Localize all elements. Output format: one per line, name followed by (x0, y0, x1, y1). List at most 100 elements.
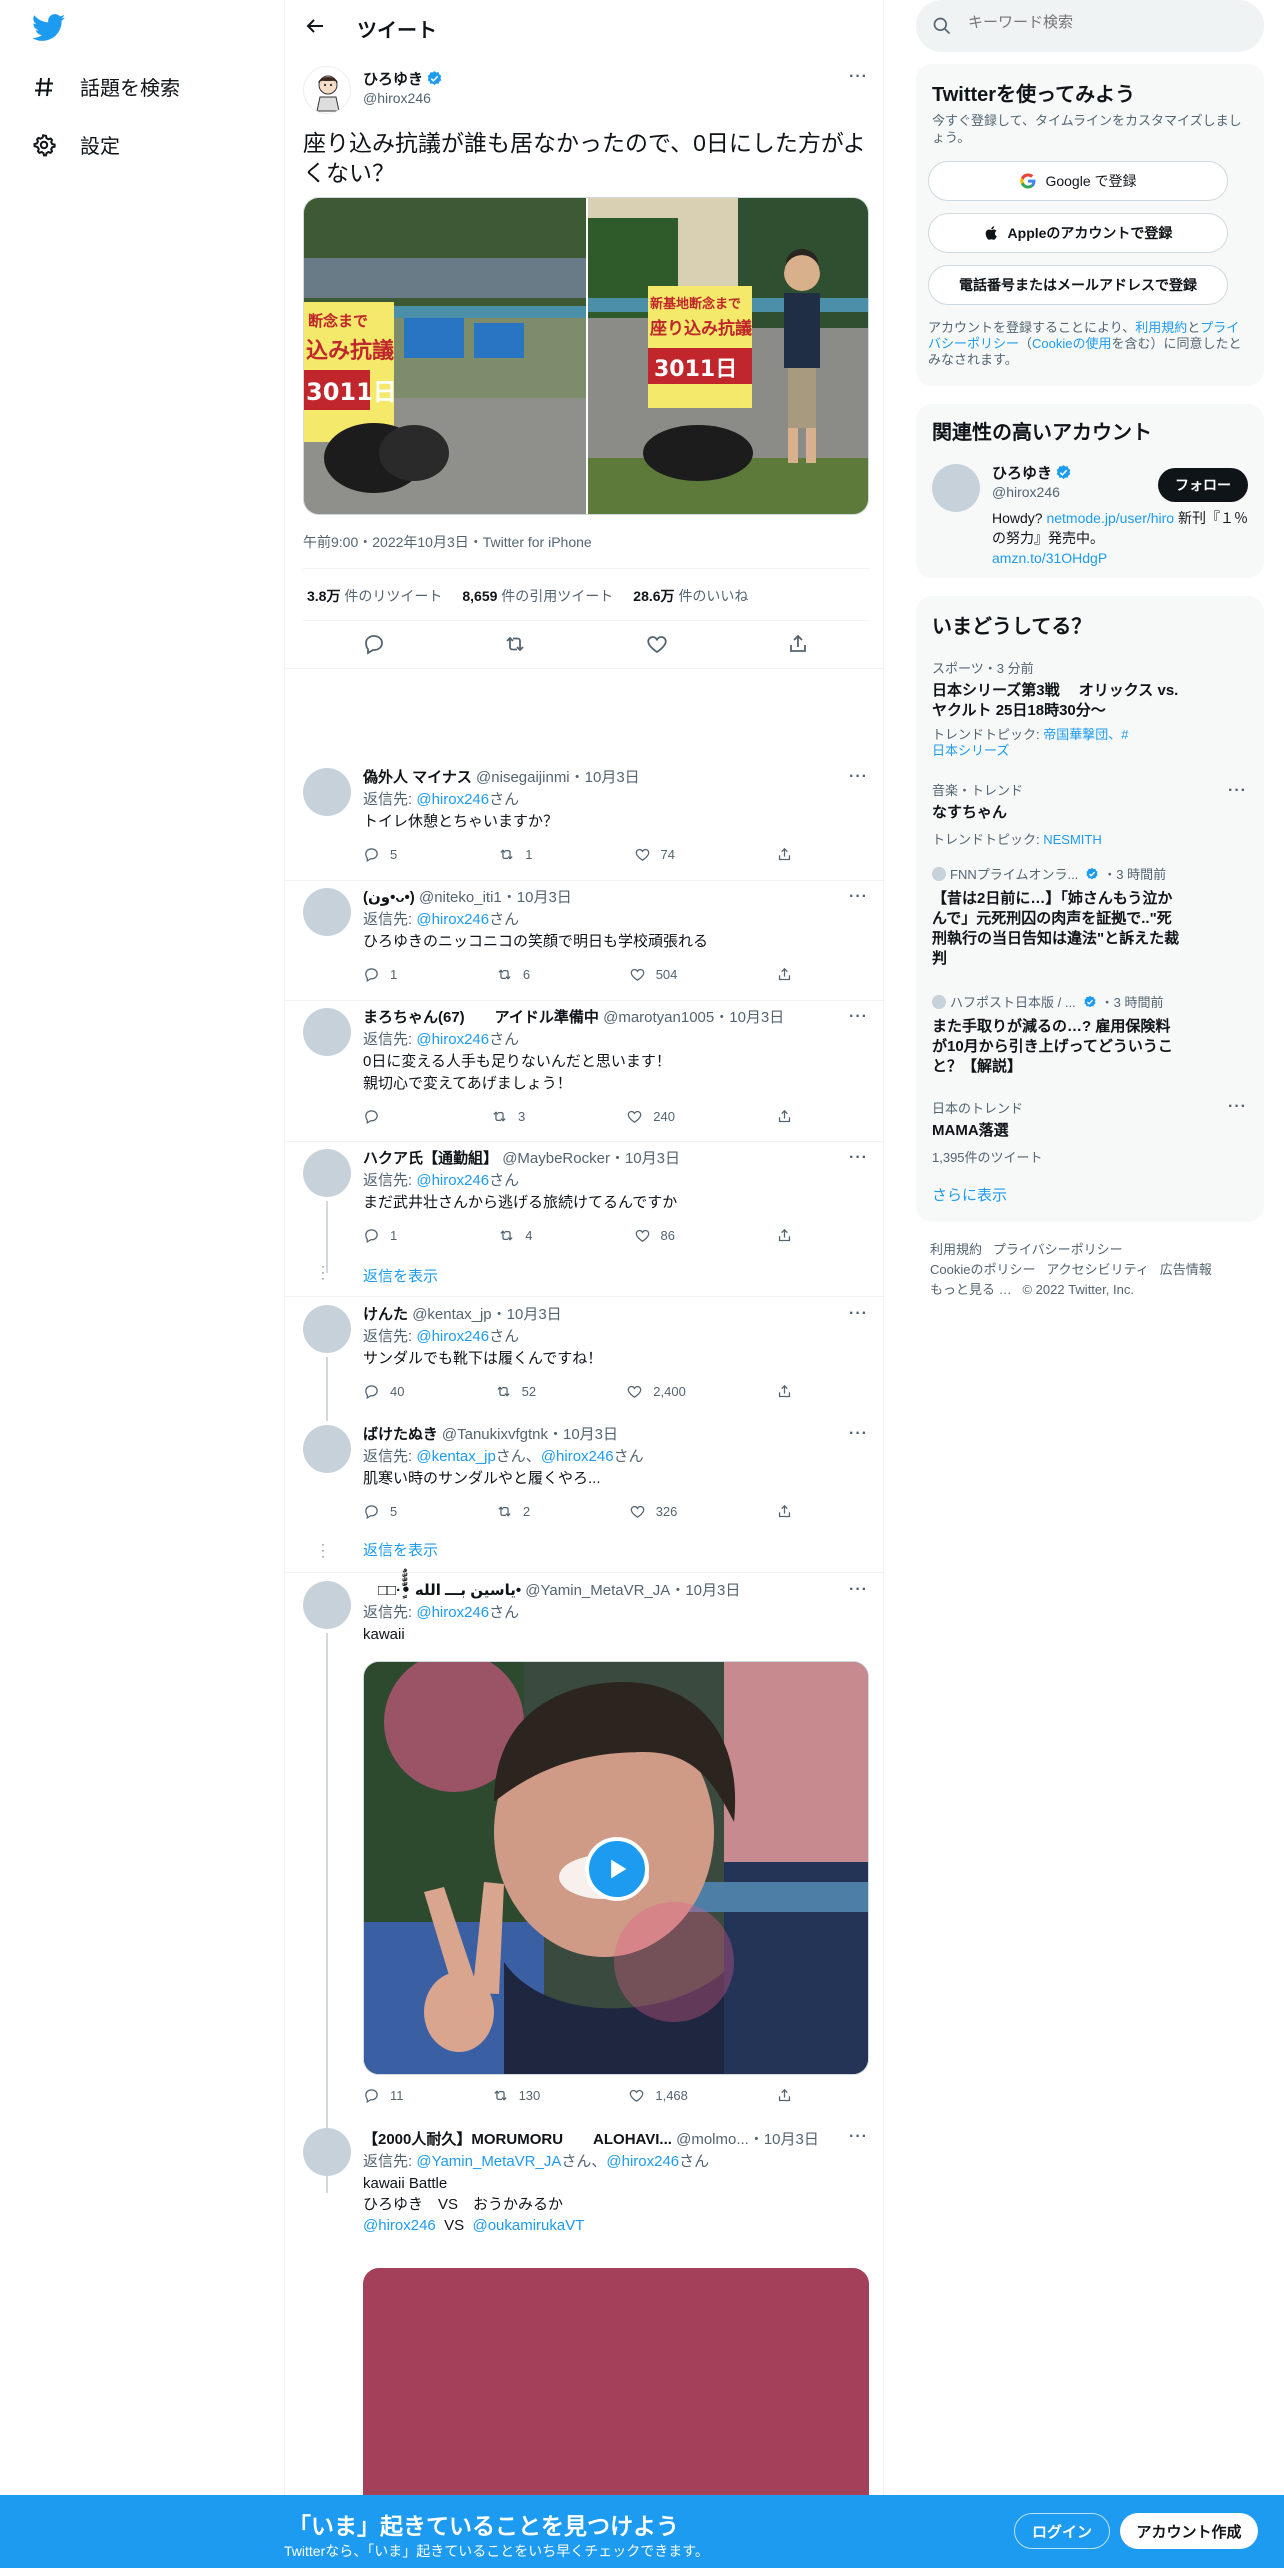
phone-email-signup-button[interactable]: 電話番号またはメールアドレスで登録 (928, 265, 1228, 305)
reply-author-name[interactable]: 【2000人耐久】MORUMORU ALOHAVI... (363, 2131, 672, 2148)
more-options-icon[interactable]: ··· (849, 888, 868, 906)
share-button[interactable] (776, 1383, 793, 1400)
retweet-button[interactable]: 52 (495, 1383, 536, 1400)
reply-button[interactable]: 1 (363, 1227, 397, 1244)
trend-topic-link[interactable]: NESMITH (1043, 832, 1102, 847)
trend-item[interactable]: 日本のトレンド MAMA落選 1,395件のツイート (932, 1098, 1248, 1166)
mention-link[interactable]: @kentax_jp (416, 1448, 495, 1465)
like-button[interactable]: 2,400 (626, 1383, 686, 1400)
reply-author-name[interactable]: けんた (363, 1306, 408, 1323)
mention-link[interactable]: @hirox246 (416, 1328, 489, 1345)
play-icon[interactable] (585, 1837, 649, 1901)
search-box[interactable] (916, 0, 1264, 52)
mention-link[interactable]: @hirox246 (416, 1172, 489, 1189)
share-button[interactable] (776, 2087, 793, 2104)
retweet-button[interactable]: 4 (498, 1227, 532, 1244)
like-button[interactable]: 326 (629, 1503, 677, 1520)
search-input[interactable] (968, 14, 1248, 31)
more-options-icon[interactable]: ··· (849, 68, 868, 86)
tweet-media[interactable]: 断念まで 込み抗議 3011日 新基地断念まで 座り込み抗議 3011日 (303, 197, 869, 515)
show-replies-link[interactable]: 返信を表示 (363, 1267, 438, 1287)
reply-date[interactable]: ・10月3日 (714, 1009, 784, 1026)
footer-link[interactable]: アクセシビリティ (1046, 1262, 1149, 1277)
share-button[interactable] (776, 1503, 793, 1520)
more-options-icon[interactable]: ··· (849, 1581, 868, 1599)
reply-author-name[interactable]: ハクア氏【通勤組】 (363, 1150, 498, 1167)
tweet-photo-2[interactable]: 新基地断念まで 座り込み抗議 3011日 (588, 198, 869, 515)
reply-video[interactable] (363, 1661, 869, 2075)
nav-explore[interactable]: 話題を検索 (32, 72, 180, 101)
reply-date[interactable]: ・10月3日 (749, 2131, 819, 2148)
author-avatar[interactable] (303, 66, 351, 114)
reply-icon[interactable] (362, 632, 386, 656)
reply-tweet[interactable]: 偽外人 マイナス @nisegaijinmi・10月3日 ··· 返信先: @h… (285, 760, 885, 880)
mention-link[interactable]: @Yamin_MetaVR_JA (416, 2153, 561, 2170)
tweet-photo-1[interactable]: 断念まで 込み抗議 3011日 新基地断念まで 座り込み抗議 3011日 (304, 198, 869, 515)
reply-author-name[interactable]: ばけたぬき (363, 1426, 438, 1443)
avatar[interactable] (303, 1149, 351, 1197)
mention-link[interactable]: @hirox246 (363, 2217, 436, 2234)
retweet-button[interactable]: 130 (492, 2087, 540, 2104)
reply-button[interactable]: 5 (363, 846, 397, 863)
cookie-link[interactable]: Cookieの使用 (1032, 336, 1111, 351)
avatar[interactable] (303, 1305, 351, 1353)
more-options-icon[interactable]: ··· (849, 768, 868, 786)
reply-button[interactable] (363, 1108, 390, 1125)
show-more-link[interactable]: さらに表示 (932, 1186, 1007, 1206)
mention-link[interactable]: @hirox246 (606, 2153, 679, 2170)
related-name[interactable]: ひろゆき (992, 465, 1052, 482)
more-options-icon[interactable]: ··· (849, 1149, 868, 1167)
like-button[interactable]: 1,468 (628, 2087, 688, 2104)
share-button[interactable] (776, 1108, 793, 1125)
footer-link[interactable]: 利用規約 (930, 1242, 982, 1257)
avatar[interactable] (303, 1581, 351, 1629)
reply-tweet[interactable]: ハクア氏【通勤組】 @MaybeRocker・10月3日 ··· 返信先: @h… (285, 1141, 885, 1296)
avatar[interactable] (303, 1008, 351, 1056)
footer-link[interactable]: プライバシーポリシー (993, 1242, 1123, 1257)
more-options-icon[interactable]: ··· (849, 1425, 868, 1443)
reply-tweet[interactable]: ばけたぬき @Tanukixvfgtnk・10月3日 ··· 返信先: @ken… (285, 1417, 885, 1572)
author-name[interactable]: ひろゆき (363, 71, 423, 88)
retweet-button[interactable]: 1 (498, 846, 532, 863)
retweet-button[interactable]: 3 (491, 1108, 525, 1125)
reply-tweet[interactable]: (ون•ᴗ•) @niteko_iti1・10月3日 ··· 返信先: @hir… (285, 880, 885, 1000)
reply-author-handle[interactable]: @Tanukixvfgtnk (442, 1426, 548, 1443)
avatar[interactable] (303, 768, 351, 816)
follow-button[interactable]: フォロー (1158, 468, 1248, 502)
retweet-button[interactable]: 2 (496, 1503, 530, 1520)
reply-button[interactable]: 40 (363, 1383, 404, 1400)
author-handle[interactable]: @hirox246 (363, 90, 431, 106)
reply-tweet[interactable]: まろちゃん(67) アイドル準備中 @marotyan1005・10月3日 ··… (285, 1000, 885, 1140)
reply-author-handle[interactable]: @kentax_jp (412, 1306, 491, 1323)
reply-button[interactable]: 1 (363, 966, 397, 983)
more-options-icon[interactable]: ··· (1228, 782, 1247, 800)
reply-button[interactable]: 11 (363, 2087, 404, 2104)
retweet-button[interactable]: 6 (496, 966, 530, 983)
terms-link[interactable]: 利用規約 (1135, 320, 1187, 335)
footer-more-link[interactable]: もっと見る … (930, 1282, 1012, 1297)
back-arrow-icon[interactable] (303, 14, 327, 38)
reply-author-handle[interactable]: @Yamin_MetaVR_JA (525, 1582, 670, 1599)
reply-date[interactable]: ・10月3日 (610, 1150, 680, 1167)
reply-author-handle[interactable]: @niteko_iti1 (419, 889, 502, 906)
trend-item[interactable]: 音楽・トレンド なすちゃん トレンドトピック: NESMITH (932, 780, 1248, 848)
tweet-timestamp[interactable]: 午前9:00・2022年10月3日・Twitter for iPhone (303, 532, 592, 552)
more-options-icon[interactable]: ··· (849, 2128, 868, 2146)
share-button[interactable] (776, 1227, 793, 1244)
twitter-logo-icon[interactable] (32, 14, 66, 42)
more-options-icon[interactable]: ··· (849, 1305, 868, 1323)
reply-date[interactable]: ・10月3日 (548, 1426, 618, 1443)
login-button[interactable]: ログイン (1014, 2513, 1110, 2549)
show-replies-link[interactable]: 返信を表示 (363, 1541, 438, 1561)
more-options-icon[interactable]: ··· (849, 1008, 868, 1026)
avatar[interactable] (932, 464, 980, 512)
reply-author-handle[interactable]: @nisegaijinmi (476, 769, 570, 786)
avatar[interactable] (303, 2128, 351, 2176)
apple-signup-button[interactable]: Appleのアカウントで登録 (928, 213, 1228, 253)
reply-author-name[interactable]: まろちゃん(67) アイドル準備中 (363, 1009, 599, 1026)
footer-link[interactable]: Cookieのポリシー (930, 1262, 1035, 1277)
more-options-icon[interactable]: ··· (1228, 1098, 1247, 1116)
retweet-icon[interactable] (503, 632, 527, 656)
mention-link[interactable]: @hirox246 (416, 1031, 489, 1048)
quote-count-link[interactable]: 8,659 件の引用ツイート (462, 586, 613, 606)
